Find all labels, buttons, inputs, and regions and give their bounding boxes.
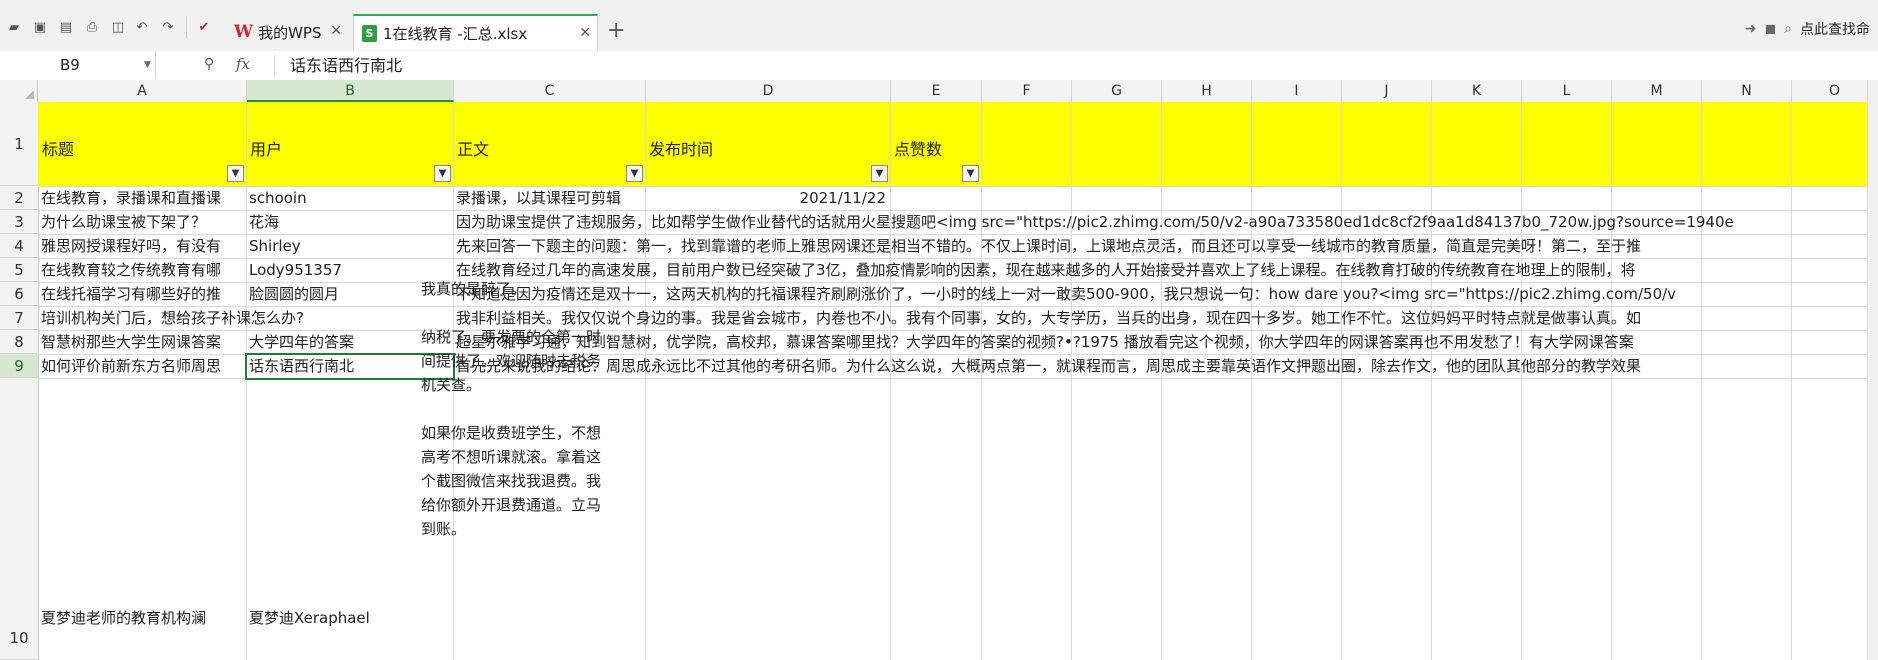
filter-dropdown-icon[interactable]: ▼	[871, 165, 888, 182]
cell-b2[interactable]: schooin	[246, 187, 453, 210]
row-header-1[interactable]: 1	[0, 102, 38, 186]
cell-c2[interactable]: 录播课，以其课程可剪辑	[453, 187, 645, 210]
column-header-k[interactable]: K	[1432, 80, 1522, 102]
column-header-m[interactable]: M	[1612, 80, 1702, 102]
column-header-f[interactable]: F	[982, 80, 1072, 102]
search-icon[interactable]: ⌕	[1784, 21, 1792, 37]
print-icon[interactable]: ⎙	[84, 20, 100, 36]
export-pdf-icon[interactable]: ▤	[58, 20, 74, 36]
row-headers: 1 2 3 4 5 6 7 8 9 10	[0, 102, 39, 660]
column-header-j[interactable]: J	[1342, 80, 1432, 102]
filter-dropdown-icon[interactable]: ▼	[434, 165, 451, 182]
tab-label: 1在线教育 -汇总.xlsx	[383, 24, 528, 43]
cell-d2[interactable]: 2021/11/22	[645, 187, 890, 210]
header-body[interactable]: 正文	[453, 136, 489, 160]
column-header-b[interactable]: B	[247, 80, 454, 102]
collab-icon[interactable]: ◼	[1765, 21, 1777, 37]
cell-a3[interactable]: 为什么助课宝被下架了？	[38, 211, 246, 234]
cell-a10[interactable]: 夏梦迪老师的教育机构澜	[38, 606, 246, 630]
sheet-grid[interactable]: 标题 用户 正文 发布时间 点赞数 ▼ ▼ ▼ ▼ ▼ 在线教育，录播课和直播课…	[38, 102, 1878, 660]
cell-c8[interactable]: 超星尔雅学习通，知到智慧树，优学院，高校邦，慕课答案哪里找？大学四年的答案的视频…	[453, 331, 1878, 354]
cell-c3[interactable]: 因为助课宝提供了违规服务，比如帮学生做作业替代的话就用火星搜题吧<img src…	[453, 211, 1878, 234]
header-row-fill	[38, 102, 1878, 186]
select-all-button[interactable]	[0, 80, 38, 102]
cell-c10[interactable]: 我真的是醉了。 纳税了。要发票的全第一时间提供了。欢迎随时去税务机关查。 如果你…	[418, 277, 606, 558]
cell-a7[interactable]: 培训机构关门后，想给孩子补课怎么办?	[38, 307, 453, 330]
header-publish-time[interactable]: 发布时间	[645, 136, 713, 160]
close-icon[interactable]: ✕	[579, 25, 591, 41]
column-header-d[interactable]: D	[646, 80, 891, 102]
column-header-h[interactable]: H	[1162, 80, 1252, 102]
tab-label: 我的WPS	[258, 23, 322, 42]
cell-a6[interactable]: 在线托福学习有哪些好的推	[38, 283, 246, 306]
quick-menu-icon[interactable]: ✔	[196, 20, 212, 36]
name-box[interactable]: B9	[0, 51, 156, 79]
filter-dropdown-icon[interactable]: ▼	[626, 165, 643, 182]
insert-function-icon[interactable]: fx	[236, 55, 250, 73]
open-folder-icon[interactable]: ▰	[6, 20, 22, 36]
cell-b4[interactable]: Shirley	[246, 235, 453, 258]
row-header-6[interactable]: 6	[0, 282, 38, 306]
row-header-8[interactable]: 8	[0, 330, 38, 354]
cell-a2[interactable]: 在线教育，录播课和直播课	[38, 187, 246, 210]
formula-input[interactable]: 话东语西行南北	[290, 55, 402, 77]
row-header-2[interactable]: 2	[0, 186, 38, 210]
cell-c5[interactable]: 在线教育经过几年的高速发展，目前用户数已经突破了3亿，叠加疫情影响的因素，现在越…	[453, 259, 1878, 282]
row-header-4[interactable]: 4	[0, 234, 38, 258]
tab-my-wps[interactable]: W 我的WPS ✕	[226, 14, 348, 50]
share-icon[interactable]: ➜	[1745, 21, 1757, 37]
chevron-down-icon[interactable]: ▼	[144, 60, 151, 70]
column-headers: A B C D E F G H I J K L M N O	[0, 80, 1878, 103]
cell-a5[interactable]: 在线教育较之传统教育有哪	[38, 259, 246, 282]
column-header-o[interactable]: O	[1792, 80, 1878, 102]
spreadsheet-icon: S	[362, 24, 377, 42]
tab-workbook[interactable]: S 1在线教育 -汇总.xlsx ✕	[353, 14, 598, 50]
zoom-icon[interactable]: ⚲	[204, 56, 214, 72]
cell-b10[interactable]: 夏梦迪Xeraphael	[246, 606, 453, 630]
title-tab-bar: ▰ ▣ ▤ ⎙ ◫ ↶ ↷ ✔ W 我的WPS ✕ S 1在线教育 -汇总.xl…	[0, 0, 1878, 52]
redo-icon[interactable]: ↷	[160, 20, 176, 36]
filter-dropdown-icon[interactable]: ▼	[227, 165, 244, 182]
column-header-a[interactable]: A	[38, 80, 247, 102]
wps-logo-icon: W	[234, 22, 254, 42]
cell-a9[interactable]: 如何评价前新东方名师周思	[38, 355, 246, 378]
command-search-label[interactable]: 点此查找命	[1800, 19, 1870, 39]
column-header-l[interactable]: L	[1522, 80, 1612, 102]
undo-icon[interactable]: ↶	[134, 20, 150, 36]
cell-a4[interactable]: 雅思网授课程好吗，有没有	[38, 235, 246, 258]
save-icon[interactable]: ▣	[32, 20, 48, 36]
column-header-i[interactable]: I	[1252, 80, 1342, 102]
column-header-c[interactable]: C	[454, 80, 646, 102]
column-header-e[interactable]: E	[891, 80, 982, 102]
vertical-scrollbar[interactable]	[1867, 80, 1878, 660]
cell-b3[interactable]: 花海	[246, 211, 453, 234]
formula-bar: B9 ▼ ⚲ fx 话东语西行南北	[0, 51, 1878, 81]
column-header-g[interactable]: G	[1072, 80, 1162, 102]
cell-c6[interactable]: 不知道是因为疫情还是双十一，这两天机构的托福课程齐刷刷涨价了，一小时的线上一对一…	[453, 283, 1878, 306]
row-header-10[interactable]: 10	[0, 378, 38, 660]
row-header-9[interactable]: 9	[0, 354, 38, 378]
cell-c7[interactable]: 我非利益相关。我仅仅说个身边的事。我是省会城市，内卷也不小。我有个同事，女的，大…	[453, 307, 1878, 330]
column-header-n[interactable]: N	[1702, 80, 1792, 102]
header-title[interactable]: 标题	[38, 136, 74, 160]
new-tab-button[interactable]: +	[607, 17, 625, 45]
header-likes[interactable]: 点赞数	[890, 136, 942, 160]
cell-c9[interactable]: 首先先来说我的结论：周思成永远比不过其他的考研名师。为什么这么说，大概两点第一，…	[453, 355, 1878, 378]
cell-c4[interactable]: 先来回答一下题主的问题：第一，找到靠谱的老师上雅思网课还是相当不错的。不仅上课时…	[453, 235, 1878, 258]
row-header-3[interactable]: 3	[0, 210, 38, 234]
row-header-7[interactable]: 7	[0, 306, 38, 330]
close-icon[interactable]: ✕	[330, 23, 342, 39]
row-header-5[interactable]: 5	[0, 258, 38, 282]
filter-dropdown-icon[interactable]: ▼	[962, 165, 979, 182]
right-tools: ➜ ◼ ⌕ 点此查找命	[1745, 19, 1870, 39]
header-user[interactable]: 用户	[246, 136, 282, 160]
cell-a8[interactable]: 智慧树那些大学生网课答案	[38, 331, 246, 354]
print-preview-icon[interactable]: ◫	[110, 20, 126, 36]
